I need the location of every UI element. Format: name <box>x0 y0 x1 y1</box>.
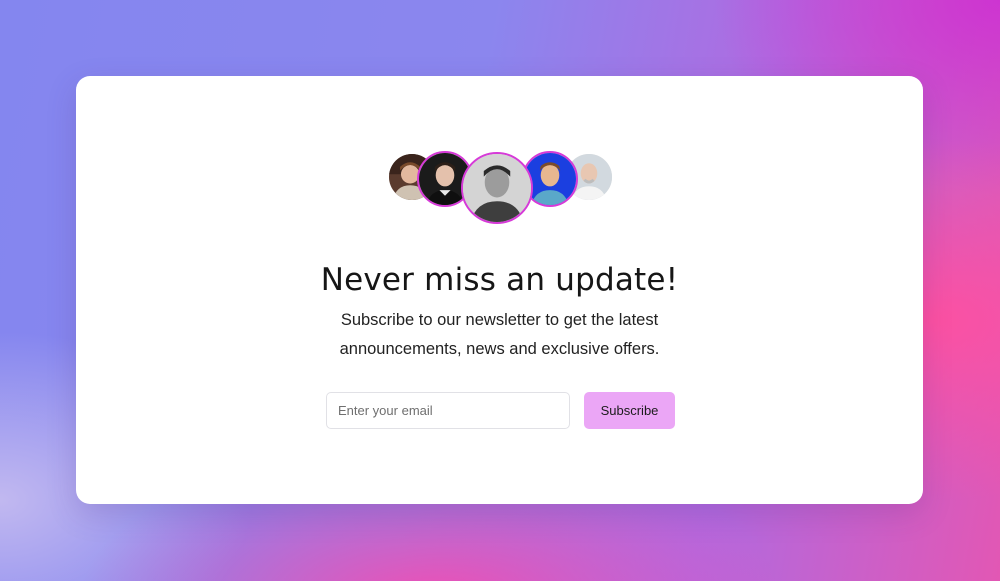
subscribe-form: Subscribe <box>326 392 676 429</box>
page-title: Never miss an update! <box>320 262 679 298</box>
email-input[interactable] <box>326 392 570 429</box>
subscribe-button[interactable]: Subscribe <box>584 392 675 429</box>
newsletter-card: Never miss an update! Subscribe to our n… <box>76 76 923 504</box>
newsletter-description: Subscribe to our newsletter to get the l… <box>339 311 660 358</box>
avatar-group <box>76 151 923 226</box>
avatar <box>461 152 533 224</box>
